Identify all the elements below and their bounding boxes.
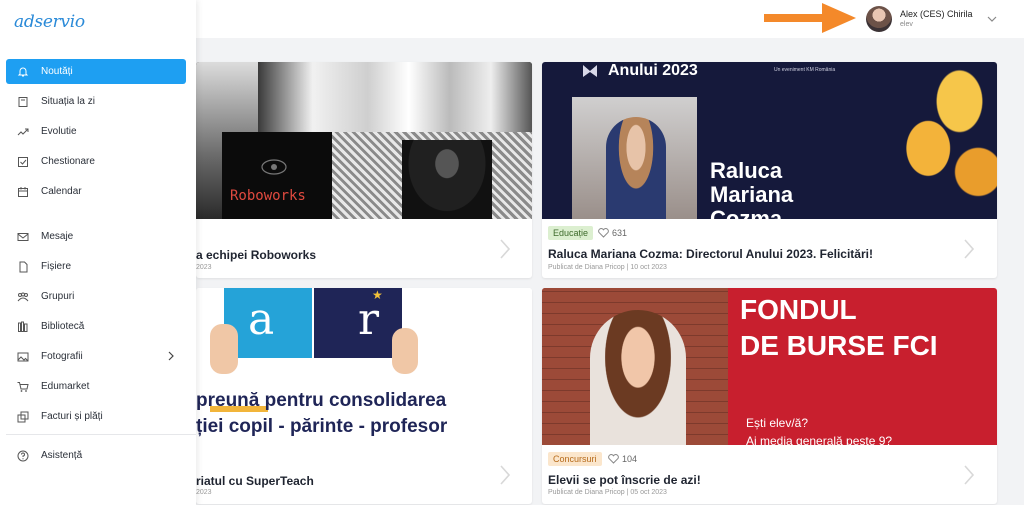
sidebar-nav: Noutăți Situația la zi Evolutie Chestion… — [6, 59, 196, 473]
image-name-line: Raluca — [710, 158, 783, 183]
chevron-right-icon[interactable] — [498, 238, 512, 260]
news-card-director[interactable]: Anului 2023 Un eveniment KM România Ralu… — [542, 62, 997, 278]
sidebar-item-label: Evolutie — [41, 126, 77, 137]
category-tag[interactable]: Educație — [548, 226, 594, 240]
image-name-line: Mariana — [710, 182, 794, 207]
card-meta: Publicat de Diana Pricop | 10 oct 2023 — [548, 264, 667, 271]
likes-value: 104 — [622, 454, 638, 464]
sidebar-item-label: Calendar — [41, 186, 82, 197]
user-name: Alex (CES) Chirila — [900, 8, 973, 19]
group-icon — [17, 291, 29, 303]
sidebar-item-label: Edumarket — [41, 381, 90, 392]
card-title: riatul cu SuperTeach — [196, 474, 314, 488]
library-icon — [17, 321, 29, 333]
sidebar-item-grupuri[interactable]: Grupuri — [6, 284, 186, 309]
likes-count[interactable]: 104 — [608, 454, 637, 464]
user-role: elev — [900, 20, 913, 28]
category-tag[interactable]: Concursuri — [548, 452, 602, 466]
sidebar-item-edumarket[interactable]: Edumarket — [6, 374, 186, 399]
card-title: Elevii se pot înscrie de azi! — [548, 473, 701, 487]
image-text-line: Ești elev/ă? — [746, 416, 809, 430]
logo[interactable]: adservio — [14, 12, 85, 32]
sidebar-item-label: Grupuri — [41, 291, 75, 302]
help-icon — [17, 450, 29, 462]
card-meta: Publicat de Diana Pricop | 05 oct 2023 — [548, 489, 667, 496]
sidebar-item-label: Noutăți — [41, 66, 73, 77]
card-image: FONDUL DE BURSE FCI Ești elev/ă? Ai medi… — [542, 288, 997, 445]
mail-icon — [17, 231, 29, 243]
sidebar-item-situatia[interactable]: Situația la zi — [6, 89, 186, 114]
news-card-superteach[interactable]: a r ★ preună pentru consolidarea ției co… — [196, 288, 532, 504]
sidebar-item-label: Mesaje — [41, 231, 74, 242]
chevron-right-icon[interactable] — [498, 464, 512, 486]
logo-icon — [583, 65, 597, 77]
sidebar-item-evolutie[interactable]: Evolutie — [6, 119, 186, 144]
image-text-line: preună pentru consolidarea — [196, 390, 447, 411]
file-icon — [17, 261, 29, 273]
sidebar-item-noutati[interactable]: Noutăți — [6, 59, 186, 84]
sidebar-item-fisiere[interactable]: Fișiere — [6, 254, 186, 279]
sidebar-item-label: Bibliotecă — [41, 321, 85, 332]
likes-value: 631 — [612, 228, 628, 238]
card-title: Raluca Mariana Cozma: Directorul Anului … — [548, 247, 873, 261]
image-name-line: Cozma — [710, 206, 783, 219]
sidebar-item-label: Fișiere — [41, 261, 72, 272]
image-icon — [17, 351, 29, 363]
chevron-right-icon[interactable] — [962, 464, 976, 486]
sidebar-item-biblioteca[interactable]: Bibliotecă — [6, 314, 186, 339]
likes-count[interactable]: 631 — [598, 228, 627, 238]
news-card-fci[interactable]: FONDUL DE BURSE FCI Ești elev/ă? Ai medi… — [542, 288, 997, 504]
image-heading: Anului 2023 — [608, 62, 698, 79]
news-card-roboworks[interactable]: Roboworks a echipei Roboworks 2023 — [196, 62, 532, 278]
invoice-icon — [17, 411, 29, 423]
image-text-line: ției copil - părinte - profesor — [196, 416, 448, 437]
trend-icon — [17, 126, 29, 138]
chevron-down-icon[interactable] — [986, 13, 998, 25]
card-title: a echipei Roboworks — [196, 248, 317, 262]
book-icon — [17, 96, 29, 108]
eye-icon — [261, 159, 287, 175]
card-meta: 2023 — [196, 489, 212, 496]
user-menu[interactable]: Alex (CES) Chirila elev — [866, 5, 997, 33]
image-text-line: DE BURSE FCI — [740, 330, 938, 361]
cart-icon — [17, 381, 29, 393]
checkbox-icon — [17, 156, 29, 168]
image-text-line: Ai media generală peste 9? — [746, 434, 893, 445]
avatar[interactable] — [866, 6, 892, 32]
sidebar-item-label: Situația la zi — [41, 96, 95, 107]
sidebar-item-chestionare[interactable]: Chestionare — [6, 149, 186, 174]
sidebar-item-calendar[interactable]: Calendar — [6, 179, 186, 204]
heart-icon[interactable] — [608, 454, 619, 464]
calendar-icon — [17, 186, 29, 198]
card-image: a r ★ preună pentru consolidarea ției co… — [196, 288, 532, 445]
image-text-line: FONDUL — [740, 294, 857, 325]
card-image-text: Roboworks — [230, 188, 306, 204]
bell-icon — [17, 66, 29, 78]
sidebar-item-asistenta[interactable]: Asistență — [6, 443, 186, 468]
sidebar-item-facturi[interactable]: Facturi și plăți — [6, 404, 186, 429]
card-image: Anului 2023 Un eveniment KM România Ralu… — [542, 62, 997, 219]
chevron-right-icon[interactable] — [166, 351, 176, 361]
chevron-right-icon[interactable] — [962, 238, 976, 260]
card-image: Roboworks — [196, 62, 532, 219]
card-meta: 2023 — [196, 264, 212, 271]
sidebar-item-label: Chestionare — [41, 156, 95, 167]
sidebar-item-mesaje[interactable]: Mesaje — [6, 224, 186, 249]
divider — [6, 434, 196, 435]
image-small-text: Un eveniment KM România — [774, 67, 836, 73]
sidebar-item-label: Fotografii — [41, 351, 83, 362]
sidebar-item-label: Facturi și plăți — [41, 411, 103, 422]
heart-icon[interactable] — [598, 228, 609, 238]
sidebar-item-fotografii[interactable]: Fotografii — [6, 344, 186, 369]
sidebar-item-label: Asistență — [41, 450, 83, 461]
arrow-icon — [764, 3, 856, 33]
sidebar: adservio Noutăți Situația la zi Evolutie… — [0, 0, 196, 505]
